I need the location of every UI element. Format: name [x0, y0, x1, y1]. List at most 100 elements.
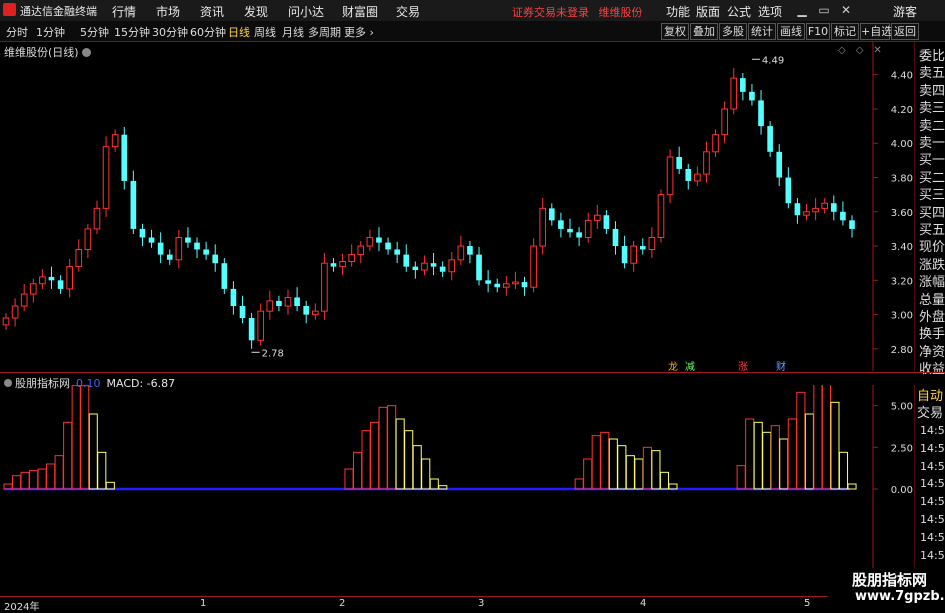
period-60min[interactable]: 60分钟 — [190, 24, 226, 40]
candle-body-up — [339, 260, 346, 268]
period-intraday[interactable]: 分时 — [6, 24, 28, 40]
candle-body-down — [212, 254, 219, 264]
time-label: 14:56 — [920, 513, 945, 526]
menu-layout[interactable]: 版面 — [696, 3, 720, 20]
candle-body-up — [321, 262, 328, 312]
close-icon[interactable]: ✕ — [838, 2, 854, 18]
candle-body-up — [730, 77, 738, 110]
candle-body-up — [666, 156, 674, 196]
price-tick-label: 2.80 — [891, 345, 913, 356]
candle-body-down — [758, 100, 764, 127]
time-label: 14:56 — [920, 459, 945, 473]
f10-button[interactable]: F10 — [806, 23, 830, 40]
draw-line-button[interactable]: 画线 — [777, 23, 805, 40]
period-5min[interactable]: 5分钟 — [80, 24, 109, 40]
price-tick-label: 3.40 — [891, 242, 913, 253]
event-marker: 涨 — [738, 361, 748, 371]
period-multi[interactable]: 多周期 — [308, 24, 341, 40]
candle-body-down — [194, 242, 200, 250]
event-marker: 减 — [685, 361, 695, 371]
user-guest[interactable]: 游客 — [893, 3, 917, 20]
menu-options[interactable]: 选项 — [758, 3, 782, 20]
candle-body-up — [93, 207, 101, 230]
candle-body-down — [567, 228, 573, 233]
multi-stock-button[interactable]: 多股 — [719, 23, 747, 40]
macd-bar — [438, 485, 448, 490]
menu-trade[interactable]: 交易 — [396, 3, 420, 20]
macd-bar — [54, 455, 64, 490]
candle-body-down — [485, 280, 491, 284]
candle-body-down — [840, 211, 846, 221]
candle-body-up — [703, 151, 710, 175]
menu-wealth-circle[interactable]: 财富圈 — [342, 3, 378, 20]
menu-market[interactable]: 市场 — [156, 3, 180, 20]
candle-body-down — [794, 203, 801, 216]
time-label: 14:56 — [920, 530, 945, 544]
menu-ask[interactable]: 问小达 — [288, 3, 324, 20]
macd-tick-label: 0.00 — [891, 485, 913, 496]
period-daily[interactable]: 日线 — [228, 24, 250, 40]
back-button[interactable]: 返回 — [891, 23, 919, 40]
menu-discover[interactable]: 发现 — [244, 3, 268, 20]
candle-body-down — [248, 318, 255, 341]
quote-side-panel: 委比 卖五 卖四 卖三 卖二 卖一 买一 买二 买三 买四 买五 现价 涨跌 涨幅 总量 外盘 换手 净资 收益 — [917, 41, 945, 378]
trade-button[interactable]: 交易 — [917, 402, 943, 421]
candle-body-down — [166, 254, 173, 260]
macd-tick-label: 2.50 — [891, 443, 913, 454]
menu-functions[interactable]: 功能 — [666, 3, 690, 20]
restore-icon[interactable]: ▭ — [816, 2, 832, 18]
menu-market-quotes[interactable]: 行情 — [112, 3, 136, 20]
candle-body-down — [439, 266, 446, 272]
extreme-price-label: 4.49 — [762, 55, 784, 66]
add-watchlist-button[interactable]: +自选 — [860, 23, 892, 40]
candle-body-down — [185, 237, 191, 243]
time-label: 14:56 — [920, 495, 945, 509]
candlestick-chart[interactable]: 2.80 3.00 3.20 3.40 3.60 3.80 4.00 4.20 4.40 4.49… — [0, 41, 915, 371]
macd-chart[interactable]: 0.00 2.50 5.00 — [0, 385, 915, 595]
statistics-button[interactable]: 统计 — [748, 23, 776, 40]
candle-body-down — [276, 300, 282, 307]
macd-bar — [659, 471, 669, 490]
candle-body-up — [111, 134, 119, 148]
quote-field-label: 卖五 — [919, 66, 945, 82]
macd-bar — [779, 438, 789, 490]
menu-formula[interactable]: 公式 — [727, 3, 751, 20]
candle-body-down — [476, 254, 482, 281]
price-tick-label: 4.00 — [891, 139, 913, 150]
minimize-icon[interactable]: ▁ — [794, 2, 810, 18]
candle-body-up — [266, 300, 274, 312]
mark-button[interactable]: 标记 — [831, 23, 859, 40]
macd-bar — [813, 385, 823, 490]
period-15min[interactable]: 15分钟 — [114, 24, 150, 40]
candle-body-down — [203, 249, 209, 255]
candle-body-down — [494, 283, 501, 288]
candle-body-down — [749, 91, 755, 101]
period-weekly[interactable]: 周线 — [254, 24, 276, 40]
macd-bar — [352, 451, 363, 490]
quote-field-label: 委比 — [919, 49, 945, 64]
macd-bar — [404, 430, 414, 490]
x-tick-feb: 2 — [339, 598, 346, 609]
adjust-button[interactable]: 复权 — [661, 23, 689, 40]
pane-separator[interactable] — [0, 372, 945, 373]
macd-bar — [753, 421, 763, 490]
candle-body-down — [558, 220, 564, 229]
period-more[interactable]: 更多 › — [344, 24, 374, 40]
quote-field-label: 收益 — [919, 362, 945, 378]
period-1min[interactable]: 1分钟 — [36, 24, 65, 40]
macd-bar — [770, 425, 780, 490]
price-tick-label: 4.20 — [891, 105, 913, 116]
quote-field-label: 买四 — [919, 205, 945, 221]
time-label: 14:56 — [920, 424, 945, 437]
candle-body-down — [740, 78, 746, 92]
period-30min[interactable]: 30分钟 — [152, 24, 188, 40]
macd-bar — [838, 451, 849, 490]
menu-news[interactable]: 资讯 — [200, 3, 224, 20]
candle-body-down — [148, 237, 155, 243]
candle-body-up — [503, 283, 510, 288]
overlay-button[interactable]: 叠加 — [690, 23, 718, 40]
period-monthly[interactable]: 月线 — [282, 24, 304, 40]
macd-bar — [80, 385, 90, 490]
macd-bar — [642, 446, 652, 490]
candle-body-up — [311, 310, 319, 316]
